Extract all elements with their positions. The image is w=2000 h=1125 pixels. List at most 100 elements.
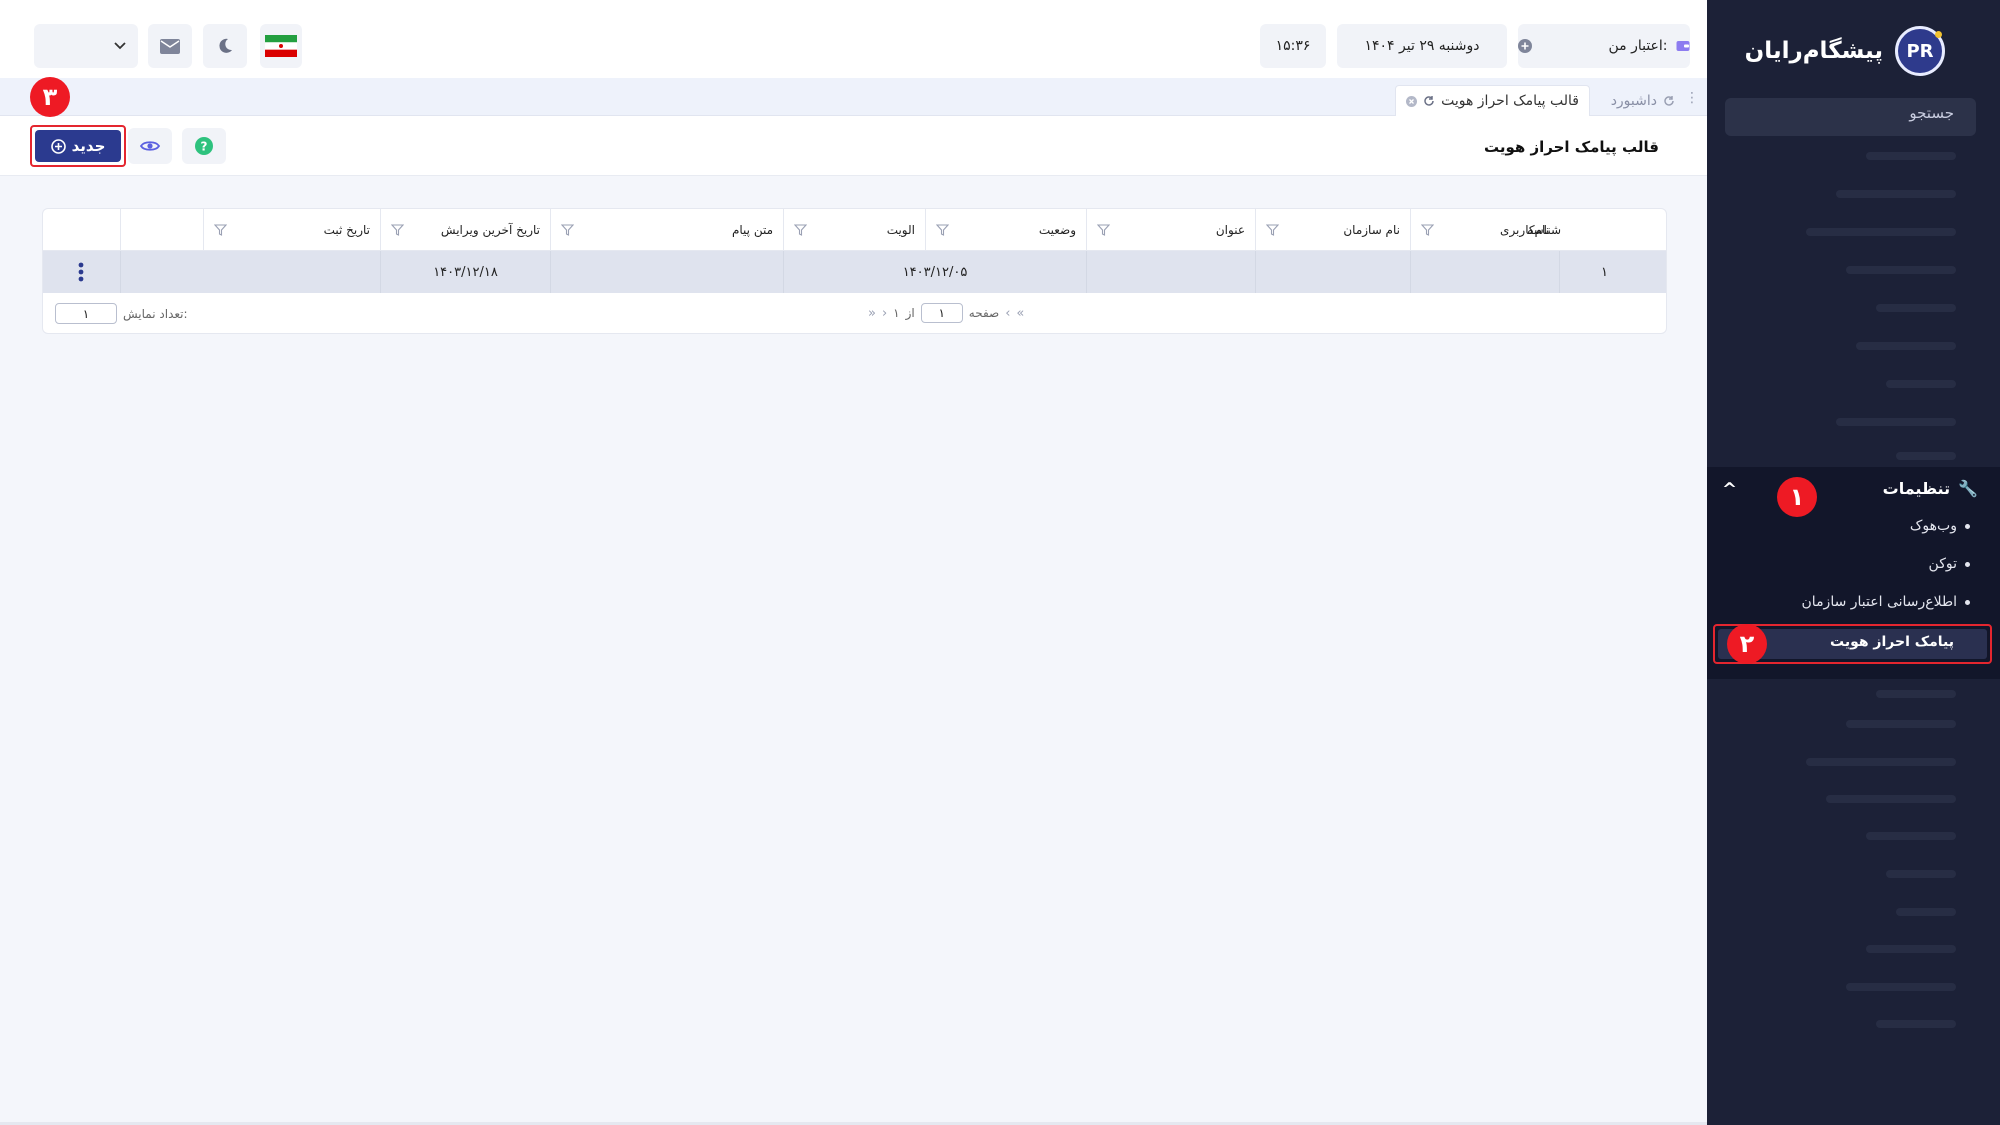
column-actions xyxy=(120,209,203,251)
sidebar-item-blurred[interactable] xyxy=(1806,758,1956,766)
language-button[interactable] xyxy=(260,24,302,68)
column-id[interactable]: شناسه xyxy=(1527,209,1666,251)
more-vertical-icon[interactable] xyxy=(78,262,84,282)
sidebar-item-blurred[interactable] xyxy=(1896,452,1956,460)
page-size: تعداد نمایش: ۱ xyxy=(55,303,188,324)
sidebar-item-blurred[interactable] xyxy=(1866,152,1956,160)
chevron-up-icon[interactable]: ^ xyxy=(1722,479,1737,500)
credit-chip[interactable]: اعتبار من: xyxy=(1518,24,1690,68)
user-menu-dropdown[interactable] xyxy=(34,24,138,68)
dark-mode-toggle[interactable] xyxy=(203,24,247,68)
column-title[interactable]: عنوان xyxy=(1086,209,1255,251)
sidebar: PR پیشگام‌رایان جستجو 🔧 تنظیمات ^ ۱ وب‌ه… xyxy=(1707,0,2000,1125)
filter-icon[interactable] xyxy=(391,224,404,236)
tab-label: قالب پیامک احراز هویت xyxy=(1441,93,1579,109)
filter-icon[interactable] xyxy=(214,224,227,236)
sidebar-item-blurred[interactable] xyxy=(1876,304,1956,312)
column-label: عنوان xyxy=(1215,223,1245,237)
new-button-highlight: جدید xyxy=(30,125,126,167)
sidebar-search[interactable]: جستجو xyxy=(1725,98,1976,136)
tab-auth-sms-template[interactable]: قالب پیامک احراز هویت xyxy=(1395,85,1590,116)
first-page-icon[interactable]: « xyxy=(1016,306,1024,321)
sidebar-item-blurred[interactable] xyxy=(1866,945,1956,953)
filter-icon[interactable] xyxy=(794,224,807,236)
table-row[interactable]: ۱۴۰۳/۱۲/۱۸ ۱۴۰۳/۱۲/۰۵ ۱ xyxy=(43,251,1666,293)
page-input[interactable]: ۱ xyxy=(920,303,963,323)
add-credit-icon[interactable] xyxy=(1518,39,1533,53)
page-size-input[interactable]: ۱ xyxy=(55,303,117,324)
column-org-name[interactable]: نام سازمان xyxy=(1255,209,1410,251)
filter-icon[interactable] xyxy=(1421,224,1434,236)
close-icon[interactable] xyxy=(1406,95,1418,107)
page-header: قالب پیامک احراز هویت ? جدید xyxy=(0,116,1707,176)
column-created-date[interactable]: تاریخ ثبت xyxy=(203,209,380,251)
prev-page-icon[interactable]: ‹ xyxy=(1005,306,1010,321)
sidebar-item-token[interactable]: توکن xyxy=(1929,556,1970,572)
column-message-text[interactable]: متن پیام xyxy=(550,209,783,251)
messages-button[interactable] xyxy=(148,24,192,68)
cell-id: ۱ xyxy=(1559,251,1666,293)
svg-text:?: ? xyxy=(201,140,208,154)
refresh-icon[interactable] xyxy=(1663,95,1675,107)
sidebar-item-blurred[interactable] xyxy=(1886,380,1956,388)
sidebar-item-blurred[interactable] xyxy=(1866,832,1956,840)
column-status[interactable]: وضعیت xyxy=(925,209,1086,251)
sidebar-item-blurred[interactable] xyxy=(1806,228,1956,236)
column-last-edit[interactable]: تاریخ آخرین ویرایش xyxy=(380,209,550,251)
time-chip: ۱۵:۳۶ xyxy=(1260,24,1326,68)
filter-icon[interactable] xyxy=(561,224,574,236)
cell-status: ۱۴۰۳/۱۲/۰۵ xyxy=(783,251,1086,293)
bullet-icon xyxy=(1965,523,1970,529)
sidebar-item-blurred[interactable] xyxy=(1826,795,1956,803)
sidebar-item-blurred[interactable] xyxy=(1846,983,1956,991)
sidebar-item-org-credit-notify[interactable]: اطلاع‌رسانی اعتبار سازمان xyxy=(1802,594,1970,610)
of-label: از xyxy=(905,306,915,320)
mail-icon xyxy=(160,38,180,54)
iran-flag-icon xyxy=(265,35,297,57)
new-button[interactable]: جدید xyxy=(35,130,121,162)
column-label: وضعیت xyxy=(1038,223,1076,237)
last-page-icon[interactable]: » xyxy=(868,306,876,321)
sidebar-item-blurred[interactable] xyxy=(1886,870,1956,878)
sidebar-item-label: اطلاع‌رسانی اعتبار سازمان xyxy=(1801,594,1957,610)
filter-icon[interactable] xyxy=(1266,224,1279,236)
new-button-label: جدید xyxy=(71,137,106,155)
sidebar-item-blurred[interactable] xyxy=(1846,720,1956,728)
refresh-icon[interactable] xyxy=(1423,95,1435,107)
settings-label: تنظیمات xyxy=(1882,479,1951,498)
more-vertical-icon[interactable]: ⋮ xyxy=(1685,90,1699,106)
chevron-down-icon xyxy=(114,42,126,50)
bullet-icon xyxy=(1965,561,1970,567)
step-badge-1: ۱ xyxy=(1777,477,1817,517)
sidebar-item-blurred[interactable] xyxy=(1876,1020,1956,1028)
tab-dashboard[interactable]: داشبورد xyxy=(1601,85,1685,116)
sidebar-item-webhook[interactable]: وب‌هوک xyxy=(1910,518,1970,534)
filter-icon[interactable] xyxy=(936,224,949,236)
help-button[interactable]: ? xyxy=(182,128,226,164)
column-label: تاریخ ثبت xyxy=(323,223,370,237)
bullet-icon xyxy=(1965,599,1970,605)
logo-mark-text: PR xyxy=(1906,40,1934,62)
add-circle-icon xyxy=(50,138,66,154)
settings-group: 🔧 تنظیمات ^ ۱ وب‌هوک توکن اطلاع‌رسانی اع… xyxy=(1707,467,2000,679)
sidebar-item-blurred[interactable] xyxy=(1836,418,1956,426)
logo[interactable]: PR پیشگام‌رایان xyxy=(1745,26,1945,76)
row-actions-cell xyxy=(43,251,120,293)
sidebar-item-blurred[interactable] xyxy=(1846,266,1956,274)
column-label: نام سازمان xyxy=(1343,223,1400,237)
next-page-icon[interactable]: › xyxy=(882,306,887,321)
filter-icon[interactable] xyxy=(1097,224,1110,236)
sidebar-item-blurred[interactable] xyxy=(1896,908,1956,916)
eye-icon xyxy=(140,141,160,151)
step-badge-3: ۳ xyxy=(30,77,70,117)
column-priority[interactable]: الویت xyxy=(783,209,925,251)
sidebar-item-settings[interactable]: 🔧 تنظیمات xyxy=(1883,479,1978,498)
sidebar-item-blurred[interactable] xyxy=(1876,690,1956,698)
sidebar-item-blurred[interactable] xyxy=(1836,190,1956,198)
cell-username xyxy=(1410,251,1559,293)
view-button[interactable] xyxy=(128,128,172,164)
sidebar-item-blurred[interactable] xyxy=(1856,342,1956,350)
tab-label: داشبورد xyxy=(1610,92,1657,109)
page-size-label: تعداد نمایش: xyxy=(123,306,188,321)
wrench-icon: 🔧 xyxy=(1958,479,1978,498)
